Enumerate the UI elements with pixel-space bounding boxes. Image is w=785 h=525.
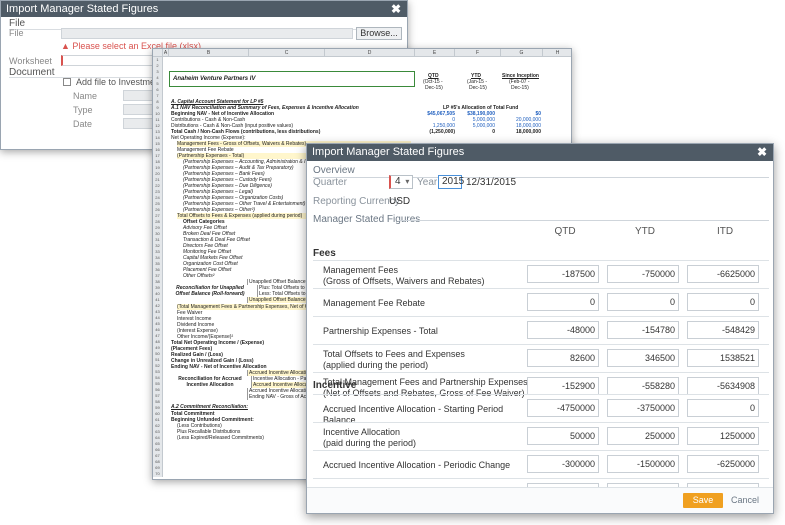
sheet-row-value: $2,49 [545, 111, 571, 117]
ytd-input[interactable]: 0 [607, 293, 679, 311]
qtd-input[interactable]: 50000 [527, 427, 599, 445]
ytd-input[interactable]: 250000 [607, 427, 679, 445]
hdr-qtd-sub2: Dec-15) [425, 85, 443, 91]
itd-input[interactable]: -548429 [687, 321, 759, 339]
dialog2-footer: Save Cancel [307, 487, 773, 513]
qtd-input[interactable]: -152900 [527, 377, 599, 395]
quarter-select[interactable]: 4 ▾ [389, 175, 413, 189]
chevron-down-icon: ▾ [405, 177, 410, 186]
qtd-input[interactable]: -4750000 [527, 399, 599, 417]
ytd-input[interactable]: -558280 [607, 377, 679, 395]
add-file-label: Add file to Investment [76, 77, 163, 87]
col-header-h: H [543, 49, 571, 57]
qtd-input[interactable]: -48000 [527, 321, 599, 339]
file-path-input[interactable] [61, 28, 353, 39]
figure-row: Accrued Incentive Allocation - Periodic … [313, 450, 769, 478]
row-number: 70 [153, 471, 163, 477]
qtd-input[interactable]: -300000 [527, 455, 599, 473]
worksheet-select[interactable] [61, 55, 156, 66]
recon-accrued-label: Reconciliation for Accrued Incentive All… [178, 376, 242, 388]
figure-row-label: Management Fee Rebate [323, 298, 426, 308]
itd-input[interactable]: -6250000 [687, 455, 759, 473]
col-header-g: G [501, 49, 543, 57]
figure-row: Partnership Expenses - Total -48000 -15478… [313, 316, 769, 344]
figure-row: Total Offsets to Fees and Expenses (appli… [313, 344, 769, 372]
year-label: Year [417, 177, 438, 188]
dialog2-title: Import Manager Stated Figures [312, 146, 465, 158]
figure-row-label: Management Fees (Gross of Offsets, Waiver… [323, 265, 485, 286]
sheet-corner [153, 49, 163, 57]
sheet-row-value: 0 [492, 129, 495, 135]
figure-row-label: Partnership Expenses - Total [323, 326, 438, 336]
worksheet-label: Worksheet [9, 56, 52, 66]
hdr-si-sub2: Dec-15) [511, 85, 529, 91]
msf-divider [399, 220, 769, 221]
section-a2-title: A.2 Commitment Reconciliation: [171, 404, 248, 410]
date-label: Date [73, 119, 93, 129]
name-label: Name [73, 91, 98, 101]
import-manager-stated-figures-dialog: Import Manager Stated Figures ✖ Overview… [306, 143, 774, 514]
overview-header: Overview [313, 165, 355, 176]
quarter-value: 4 [395, 176, 401, 187]
year-input[interactable]: 2015 [438, 175, 464, 189]
add-file-checkbox[interactable] [63, 78, 71, 86]
unapplied-line: Unapplied Offset Balance (End) [247, 297, 315, 303]
dialog2-close-icon[interactable]: ✖ [757, 144, 767, 161]
itd-input[interactable]: 0 [687, 293, 759, 311]
itd-input[interactable]: 1250000 [687, 427, 759, 445]
recon-unapplied-label: Reconciliation for Unapplied Offset Bala… [175, 285, 245, 297]
qtd-input[interactable]: 82600 [527, 349, 599, 367]
sheet-row-label: Other Offsets² [183, 273, 215, 279]
qtd-input[interactable]: 0 [527, 293, 599, 311]
save-button[interactable]: Save [683, 493, 723, 508]
incentive-group-header: Incentive [313, 380, 357, 391]
ytd-input[interactable]: -1500000 [607, 455, 679, 473]
accrued-line: Ending NAV - Gross of Accru [247, 394, 309, 400]
reporting-currency-label: Reporting Currency [313, 196, 400, 207]
col-header-b: B [169, 49, 249, 57]
ytd-input[interactable]: -750000 [607, 265, 679, 283]
cancel-button[interactable]: Cancel [731, 493, 759, 508]
dialog1-titlebar: Import Manager Stated Figures ✖ [1, 1, 407, 17]
col-header-c: C [249, 49, 325, 57]
sheet-row-value: 18,000,000 [515, 129, 541, 135]
column-header-qtd: QTD [554, 226, 576, 237]
itd-input[interactable]: -5634908 [687, 377, 759, 395]
ytd-input[interactable]: 346500 [607, 349, 679, 367]
itd-input[interactable]: -6625000 [687, 265, 759, 283]
figure-row: Accrued Incentive Allocation - Starting … [313, 394, 769, 425]
dialog1-title: Import Manager Stated Figures [6, 3, 159, 15]
figure-row-label: Total Offsets to Fees and Expenses (appli… [323, 349, 465, 370]
itd-input[interactable]: 1538521 [687, 349, 759, 367]
ytd-input[interactable]: -154780 [607, 321, 679, 339]
qtd-input[interactable]: -187500 [527, 265, 599, 283]
figure-row-label: Incentive Allocation (paid during the per… [323, 427, 417, 448]
ytd-input[interactable]: -3750000 [607, 399, 679, 417]
fees-group-header: Fees [313, 248, 336, 259]
dialog1-close-icon[interactable]: ✖ [391, 1, 401, 17]
col-header-e: E [415, 49, 455, 57]
figure-row: Management Fees (Gross of Offsets, Waiver… [313, 260, 769, 288]
sheet-row-value: (1,250,000) [429, 129, 455, 135]
column-header-itd: ITD [716, 226, 734, 237]
sheet-row-value: (82, [545, 129, 571, 135]
overview-divider [313, 177, 769, 178]
type-label: Type [73, 105, 93, 115]
hdr-ytd-sub2: Dec-15) [469, 85, 487, 91]
fund-name: Anaheim Venture Partners IV [173, 76, 256, 82]
figure-row-label: Accrued Incentive Allocation - Periodic … [323, 460, 511, 470]
figure-row: Management Fee Rebate 0 0 0 [313, 288, 769, 316]
itd-input[interactable]: 0 [687, 399, 759, 417]
col-header-f: F [455, 49, 501, 57]
figure-row: Incentive Allocation (paid during the per… [313, 422, 769, 450]
col-header-d: D [325, 49, 415, 57]
reporting-currency-value: USD [389, 196, 411, 207]
browse-button[interactable]: Browse... [356, 27, 402, 40]
period-end-date: 12/31/2015 [466, 177, 517, 188]
column-header-ytd: YTD [635, 226, 655, 237]
dialog2-titlebar: Import Manager Stated Figures ✖ [307, 144, 773, 161]
sheet-row-label: (Less Expired/Released Commitments) [177, 435, 264, 441]
quarter-label: Quarter [313, 177, 347, 188]
file-label: File [9, 28, 24, 38]
